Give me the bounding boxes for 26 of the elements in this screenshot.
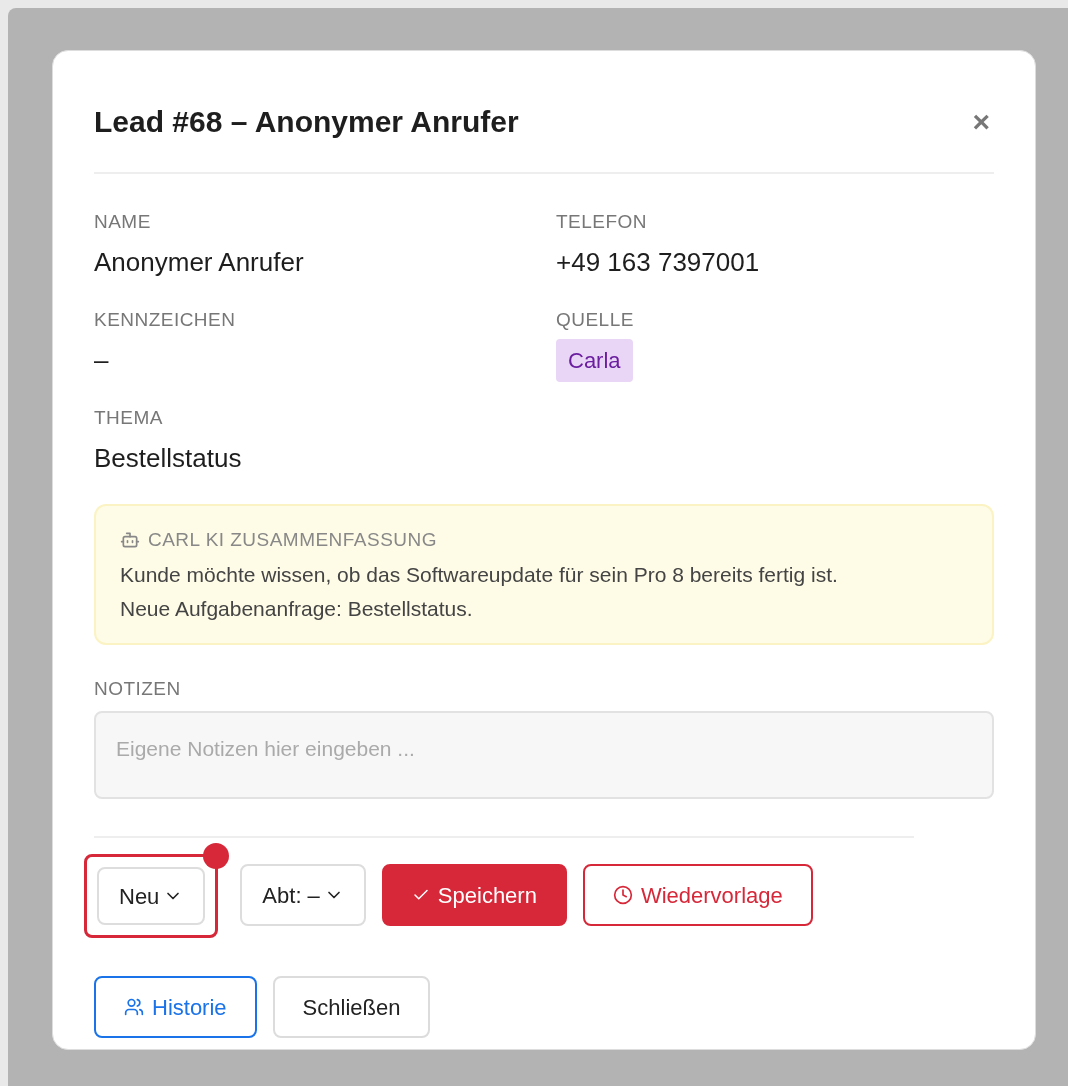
- summary-text: Kunde möchte wissen, ob das Softwareupdate für sein Pro 8 bereits fertig ist.: [120, 561, 839, 588]
- people-icon: [124, 997, 144, 1017]
- action-button[interactable]: Speichern: [381, 864, 567, 926]
- clock-icon: [612, 885, 633, 905]
- field-label: THEMA: [94, 406, 164, 430]
- field-label: TELEFON: [556, 210, 648, 234]
- dialog-title: Lead #68 – Anonymer Anrufer: [94, 104, 519, 140]
- action-button[interactable]: Wiedervorlage: [582, 864, 813, 926]
- notes-field[interactable]: Eigene Notizen hier eingeben ...: [94, 711, 994, 799]
- field-value: –: [94, 343, 110, 377]
- department-select[interactable]: Abt: –: [240, 864, 366, 926]
- field-label: KENNZEICHEN: [94, 308, 237, 332]
- status-select[interactable]: Neu: [97, 867, 206, 925]
- close-button[interactable]: ×: [968, 99, 994, 144]
- summary-heading: CARL KI ZUSAMMENFASSUNG: [148, 528, 437, 552]
- action-button[interactable]: Historie: [94, 976, 257, 1038]
- source-tag: Carla: [556, 338, 633, 382]
- field-value: Bestellstatus: [94, 441, 243, 475]
- action-button[interactable]: Schließen: [272, 976, 431, 1038]
- field-label: QUELLE: [556, 308, 635, 332]
- field-value: +49 163 7397001: [556, 245, 761, 279]
- field-label: NOTIZEN: [94, 676, 182, 701]
- summary-text: Neue Aufgabenanfrage: Bestellstatus.: [120, 595, 474, 622]
- field-value: Anonymer Anrufer: [94, 245, 305, 279]
- field-label: NAME: [94, 210, 152, 234]
- robot-icon: [120, 530, 140, 551]
